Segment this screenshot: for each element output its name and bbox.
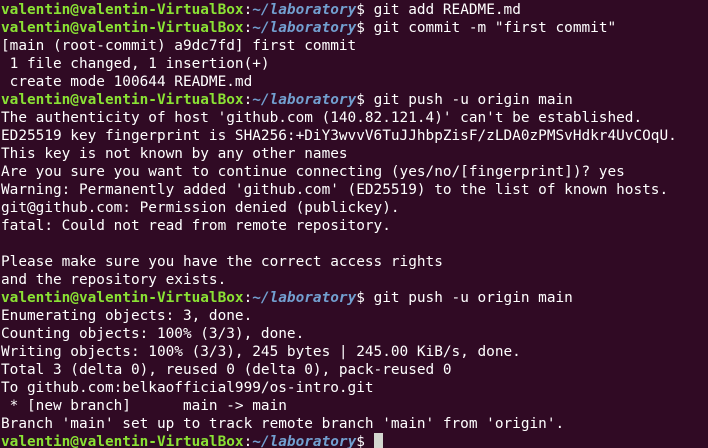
prompt-path: ~/laboratory: [252, 290, 357, 306]
output-line: Enumerating objects: 3, done.: [1, 308, 253, 324]
prompt-path: ~/laboratory: [252, 434, 357, 448]
text-cursor[interactable]: [373, 433, 383, 448]
prompt-separator: :: [243, 2, 253, 18]
output-line: This key is not known by any other names: [1, 146, 348, 162]
prompt-separator: :: [243, 290, 253, 306]
output-line: Total 3 (delta 0), reused 0 (delta 0), p…: [1, 362, 452, 378]
prompt-symbol: $: [356, 434, 365, 448]
output-line: [main (root-commit) a9dc7fd] first commi…: [1, 38, 357, 54]
output-line: git@github.com: Permission denied (publi…: [1, 200, 400, 216]
prompt-user-host: valentin@valentin-VirtualBox: [1, 20, 244, 36]
prompt-line: valentin@valentin-VirtualBox:~/laborator…: [1, 19, 708, 37]
prompt-separator: :: [243, 92, 253, 108]
output-line: 1 file changed, 1 insertion(+): [1, 56, 270, 72]
output-line: The authenticity of host 'github.com (14…: [1, 110, 643, 126]
prompt-symbol: $: [356, 92, 365, 108]
prompt-user-host: valentin@valentin-VirtualBox: [1, 2, 244, 18]
prompt-path: ~/laboratory: [252, 92, 357, 108]
prompt-line: valentin@valentin-VirtualBox:~/laborator…: [1, 91, 708, 109]
command-text: git push -u origin main: [364, 92, 573, 108]
prompt-line: valentin@valentin-VirtualBox:~/laborator…: [1, 289, 708, 307]
prompt-path: ~/laboratory: [252, 2, 357, 18]
output-line: To github.com:belkaofficial999/os-intro.…: [1, 380, 374, 396]
prompt-path: ~/laboratory: [252, 20, 357, 36]
output-line: create mode 100644 README.md: [1, 74, 253, 90]
prompt-separator: :: [243, 434, 253, 448]
prompt-user-host: valentin@valentin-VirtualBox: [1, 434, 244, 448]
output-line: Counting objects: 100% (3/3), done.: [1, 326, 305, 342]
prompt-user-host: valentin@valentin-VirtualBox: [1, 290, 244, 306]
prompt-line: valentin@valentin-VirtualBox:~/laborator…: [1, 1, 708, 19]
prompt-line: valentin@valentin-VirtualBox:~/laborator…: [1, 433, 708, 448]
command-text: git add README.md: [364, 2, 521, 18]
prompt-symbol: $: [356, 2, 365, 18]
output-line: Warning: Permanently added 'github.com' …: [1, 182, 669, 198]
output-line: Please make sure you have the correct ac…: [1, 254, 443, 270]
prompt-user-host: valentin@valentin-VirtualBox: [1, 92, 244, 108]
terminal-window[interactable]: valentin@valentin-VirtualBox:~/laborator…: [0, 0, 708, 448]
output-line: Branch 'main' set up to track remote bra…: [1, 416, 565, 432]
prompt-separator: :: [243, 20, 253, 36]
command-text: [365, 434, 374, 448]
output-line: ED25519 key fingerprint is SHA256:+DiY3w…: [1, 128, 677, 144]
output-line: Are you sure you want to continue connec…: [1, 164, 625, 180]
output-line: Writing objects: 100% (3/3), 245 bytes |…: [1, 344, 521, 360]
output-line: fatal: Could not read from remote reposi…: [1, 218, 391, 234]
command-text: git push -u origin main: [364, 290, 573, 306]
output-line: * [new branch] main -> main: [1, 398, 287, 414]
prompt-symbol: $: [356, 20, 365, 36]
prompt-symbol: $: [356, 290, 365, 306]
output-line: and the repository exists.: [1, 272, 227, 288]
command-text: git commit -m "first commit": [364, 20, 617, 36]
